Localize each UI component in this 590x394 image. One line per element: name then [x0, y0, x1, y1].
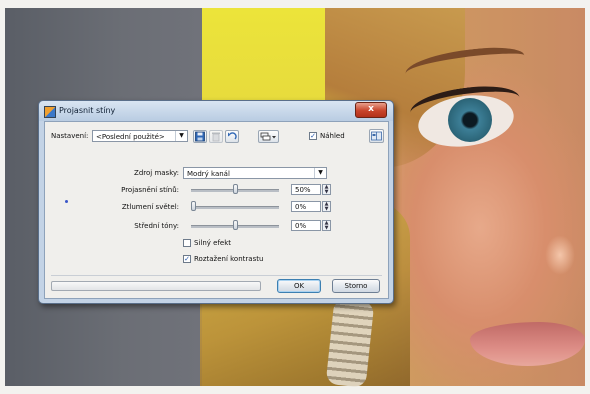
presets-dropdown[interactable]: <Poslední použité> ▼ — [92, 130, 188, 142]
undo-arrow-icon — [228, 132, 237, 140]
chevron-down-icon: ▼ — [314, 168, 326, 178]
midtones-label: Střední tóny: — [134, 222, 179, 230]
close-icon: x — [368, 104, 374, 114]
app-icon — [44, 106, 56, 118]
shadow-brighten-spinner[interactable]: ▲ ▼ — [322, 184, 331, 195]
preview-label: Náhled — [320, 132, 345, 140]
dialog-title: Projasnit stíny — [59, 106, 116, 115]
compare-view-button[interactable] — [369, 129, 384, 143]
mask-source-dropdown[interactable]: Modrý kanál ▼ — [183, 167, 327, 179]
cancel-button[interactable]: Storno — [332, 279, 380, 293]
shadow-brighten-slider-thumb[interactable] — [233, 184, 238, 194]
strong-effect-label: Silný efekt — [194, 239, 232, 247]
shadow-brighten-value: 50% — [295, 186, 311, 194]
check-mark-icon: ✓ — [310, 132, 316, 140]
highlight-dim-value: 0% — [295, 203, 307, 211]
layers-icon — [260, 132, 276, 141]
stretch-contrast-checkbox[interactable]: ✓ — [183, 255, 191, 263]
ok-button[interactable]: OK — [277, 279, 321, 293]
strong-effect-checkbox[interactable] — [183, 239, 191, 247]
shadow-brighten-label: Projasnění stínů: — [121, 186, 179, 194]
dialog-titlebar[interactable]: Projasnit stíny x — [39, 101, 393, 121]
ok-button-label: OK — [293, 282, 305, 290]
progress-bar — [51, 281, 261, 291]
footer-separator — [51, 275, 382, 276]
chevron-down-icon: ▼ — [175, 131, 187, 141]
reset-preset-button[interactable] — [225, 130, 239, 143]
side-marker-dot — [65, 200, 68, 203]
highlight-dim-value-field[interactable]: 0% — [291, 201, 321, 212]
trash-icon — [212, 132, 220, 142]
check-mark-icon: ✓ — [184, 255, 190, 263]
midtones-value: 0% — [295, 222, 307, 230]
stretch-contrast-label: Roztažení kontrastu — [194, 255, 264, 263]
midtones-value-field[interactable]: 0% — [291, 220, 321, 231]
delete-preset-button[interactable] — [209, 130, 223, 143]
floppy-disk-icon — [195, 131, 205, 142]
presets-value: <Poslední použité> — [96, 133, 165, 141]
highlight-dim-slider-thumb[interactable] — [191, 201, 196, 211]
mask-source-value: Modrý kanál — [187, 170, 230, 178]
split-view-icon — [371, 131, 382, 141]
save-preset-button[interactable] — [193, 130, 207, 143]
dialog-content: Nastavení: <Poslední použité> ▼ ✓ Náhled… — [44, 121, 389, 299]
photo-nose — [545, 235, 575, 275]
spin-arrows-icon: ▲ ▼ — [324, 184, 329, 195]
shadow-brighten-dialog: Projasnit stíny x Nastavení: <Poslední p… — [38, 100, 394, 304]
layers-menu-button[interactable] — [258, 130, 279, 143]
cancel-button-label: Storno — [344, 282, 368, 290]
highlight-dim-label: Ztlumení světel: — [121, 203, 179, 211]
spin-arrows-icon: ▲ ▼ — [324, 220, 329, 231]
preview-checkbox[interactable]: ✓ — [309, 132, 317, 140]
mask-source-label: Zdroj masky: — [134, 169, 179, 177]
midtones-spinner[interactable]: ▲ ▼ — [322, 220, 331, 231]
presets-label: Nastavení: — [51, 132, 89, 140]
close-button[interactable]: x — [355, 102, 387, 118]
shadow-brighten-value-field[interactable]: 50% — [291, 184, 321, 195]
highlight-dim-spinner[interactable]: ▲ ▼ — [322, 201, 331, 212]
midtones-slider-thumb[interactable] — [233, 220, 238, 230]
spin-arrows-icon: ▲ ▼ — [324, 201, 329, 212]
highlight-dim-track[interactable] — [191, 206, 279, 209]
